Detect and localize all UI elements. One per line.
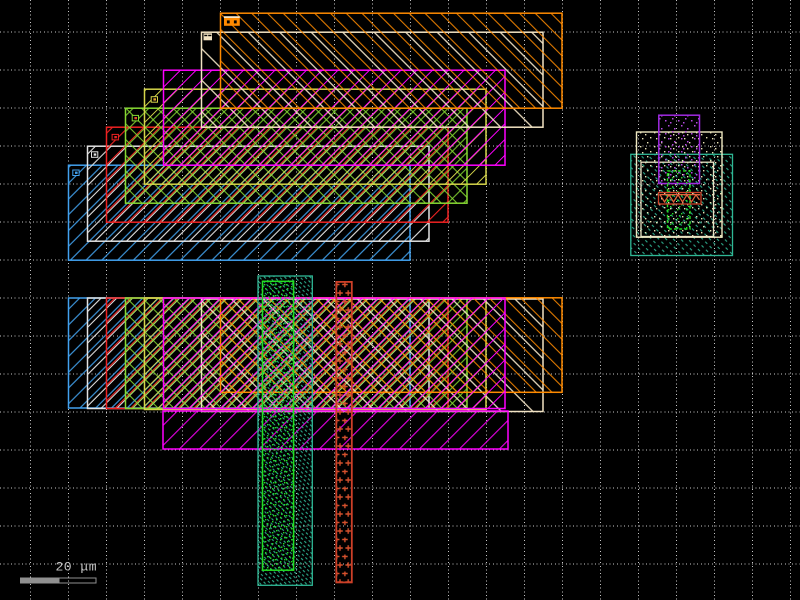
svg-text:20 μm: 20 μm — [56, 560, 98, 575]
